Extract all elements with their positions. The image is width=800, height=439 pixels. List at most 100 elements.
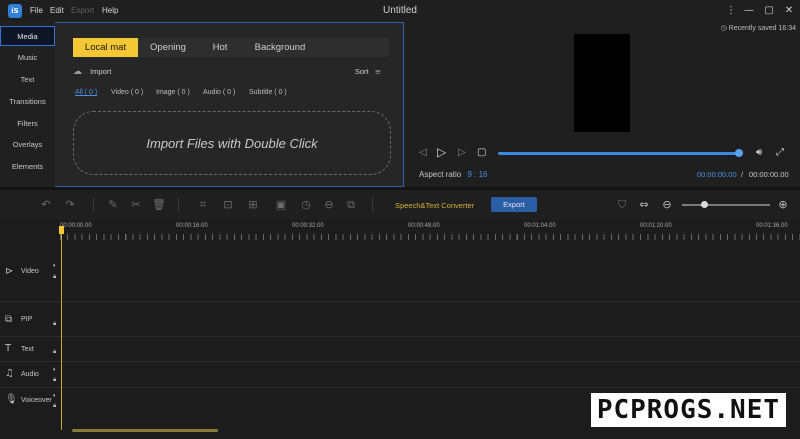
media-panel: Media Music Text Transitions Filters Ove… (0, 22, 404, 187)
timeline-toolbar: ↶ ↷ ✎ ✂ 🗑︎ ⌗ ⊡ ⊞ ▣ ◷ ⊖ ⧉ Speech&Text Con… (0, 190, 800, 220)
seek-handle[interactable] (735, 149, 743, 157)
subtract-circle-icon[interactable]: ⊖ (322, 198, 336, 212)
track-label-text: Text (21, 346, 34, 353)
ruler-label: 00:01:20.00 (640, 223, 672, 229)
mute-icon[interactable]: 🔈︎ (53, 392, 57, 400)
playhead-line[interactable] (61, 226, 62, 430)
track-video[interactable]: ⊳ Video 🔈︎ 🔒︎ (0, 246, 800, 302)
duration-clock-icon[interactable]: ◷ (299, 198, 313, 212)
ruler-label: 00:00:48.00 (408, 223, 440, 229)
pip-track-icon: ⧉ (5, 314, 13, 325)
track-label-pip: PIP (21, 316, 33, 323)
maximize-button[interactable]: ▢ (761, 3, 777, 19)
sort-icon: ≡ (374, 67, 381, 76)
aspect-ratio[interactable]: Aspect ratio 9 : 16 (419, 170, 488, 179)
edit-pencil-icon[interactable]: ✎ (106, 198, 120, 212)
volume-icon[interactable]: 🔊︎ (756, 147, 762, 158)
import-button[interactable]: ☁ Import (73, 67, 111, 77)
track-pip[interactable]: ⧉ PIP 🔒︎ (0, 302, 800, 337)
video-track-icon: ⊳ (5, 266, 14, 277)
side-tab-text[interactable]: Text (0, 70, 55, 90)
side-tab-overlays[interactable]: Overlays (0, 135, 55, 155)
filter-image[interactable]: Image ( 0 ) (156, 89, 190, 96)
track-text[interactable]: T Text 🔒︎ (0, 337, 800, 362)
toolbar-separator (93, 198, 94, 212)
lock-icon[interactable]: 🔒︎ (53, 348, 56, 356)
text-track-icon: T (5, 343, 12, 354)
total-time: 00:00:00.00 (749, 170, 789, 179)
lock-icon[interactable]: 🔒︎ (53, 376, 56, 384)
delete-trash-icon[interactable]: 🗑︎ (152, 198, 166, 212)
timeline-ruler[interactable]: 00:00:00.00 00:00:16.00 00:00:32.00 00:0… (60, 220, 800, 240)
minimize-button[interactable]: — (741, 3, 757, 19)
filter-all[interactable]: All ( 0 ) (75, 89, 97, 96)
lock-icon[interactable]: 🔒︎ (53, 320, 56, 328)
next-frame-icon[interactable]: ▷ (458, 147, 466, 158)
current-time: 00:00:00.00 (697, 170, 737, 179)
filter-subtitle[interactable]: Subtitle ( 0 ) (249, 89, 287, 96)
zoom-slider-handle[interactable] (700, 201, 708, 208)
zoom-frame-icon[interactable]: ▣ (274, 198, 288, 212)
split-scissors-icon[interactable]: ✂ (129, 198, 143, 212)
watermark: PCPROGS.NET (590, 393, 786, 427)
mosaic-icon[interactable]: ⊡ (221, 198, 235, 212)
ruler-label: 00:00:00.00 (60, 223, 92, 229)
ruler-ticks (60, 234, 800, 240)
freeze-frame-icon[interactable]: ⊞ (246, 198, 260, 212)
side-tab-elements[interactable]: Elements (0, 157, 55, 177)
clock-icon: ◷ (720, 24, 727, 32)
lock-icon[interactable]: 🔒︎ (53, 273, 56, 281)
play-button[interactable]: ▷ (437, 145, 446, 159)
close-button[interactable]: ✕ (781, 3, 797, 19)
stop-button[interactable]: ▢ (477, 147, 486, 158)
aspect-ratio-value[interactable]: 9 : 16 (467, 170, 487, 179)
mute-icon[interactable]: 🔈︎ (53, 366, 57, 374)
undo-icon[interactable]: ↶ (39, 198, 53, 212)
zoom-out-icon[interactable]: ⊖ (660, 198, 674, 212)
title-bar: iS File Edit Export Help Untitled ⋮ — ▢ … (0, 0, 800, 22)
ruler-label: 00:00:32.00 (292, 223, 324, 229)
tab-local-mat[interactable]: Local mat (73, 38, 138, 57)
ruler-label: 00:01:36.00 (756, 223, 788, 229)
side-tab-music[interactable]: Music (0, 48, 55, 68)
fit-timeline-icon[interactable]: ⇔ (637, 198, 651, 212)
export-button[interactable]: Export (491, 197, 537, 212)
playhead-handle[interactable] (59, 226, 64, 234)
timeline-horizontal-scrollbar[interactable] (72, 429, 218, 432)
zoom-in-icon[interactable]: ⊕ (776, 198, 790, 212)
tab-hot[interactable]: Hot (203, 38, 237, 57)
filter-video[interactable]: Video ( 0 ) (111, 89, 143, 96)
zoom-slider[interactable] (682, 204, 770, 206)
speech-text-converter-button[interactable]: Speech&Text Converter (395, 201, 474, 210)
sort-button[interactable]: Sort ≡ (355, 67, 381, 76)
redo-icon[interactable]: ↷ (63, 198, 77, 212)
picture-in-picture-icon[interactable]: ⧉ (344, 198, 358, 212)
fullscreen-icon[interactable]: ⤢ (776, 147, 784, 158)
crop-icon[interactable]: ⌗ (196, 198, 210, 212)
side-tab-transitions[interactable]: Transitions (0, 92, 55, 112)
more-options-icon[interactable]: ⋮ (723, 3, 739, 19)
sort-label: Sort (354, 67, 369, 76)
tab-opening[interactable]: Opening (143, 38, 193, 57)
previous-frame-icon[interactable]: ◁ (419, 147, 427, 158)
lock-icon[interactable]: 🔒︎ (53, 402, 56, 410)
toolbar-separator (372, 198, 373, 212)
toolbar-separator (178, 198, 179, 212)
microphone-icon: 🎙︎ (5, 394, 18, 405)
ruler-label: 00:01:04.00 (524, 223, 556, 229)
track-audio[interactable]: ♫ Audio 🔈︎ 🔒︎ (0, 362, 800, 388)
seek-bar[interactable] (498, 152, 738, 155)
music-note-icon: ♫ (5, 368, 14, 379)
filter-audio[interactable]: Audio ( 0 ) (203, 89, 235, 96)
track-label-audio: Audio (21, 371, 39, 378)
window-title: Untitled (383, 5, 417, 16)
shield-icon[interactable]: ⛉ (615, 198, 629, 212)
mute-icon[interactable]: 🔈︎ (53, 262, 57, 270)
tab-background[interactable]: Background (247, 38, 313, 57)
video-preview-screen (574, 34, 630, 132)
side-tabs: Media Music Text Transitions Filters Ove… (0, 22, 55, 187)
side-tab-media[interactable]: Media (0, 26, 55, 46)
ruler-label: 00:00:16.00 (176, 223, 208, 229)
import-dropzone[interactable]: Import Files with Double Click (73, 111, 391, 175)
side-tab-filters[interactable]: Filters (0, 114, 55, 134)
